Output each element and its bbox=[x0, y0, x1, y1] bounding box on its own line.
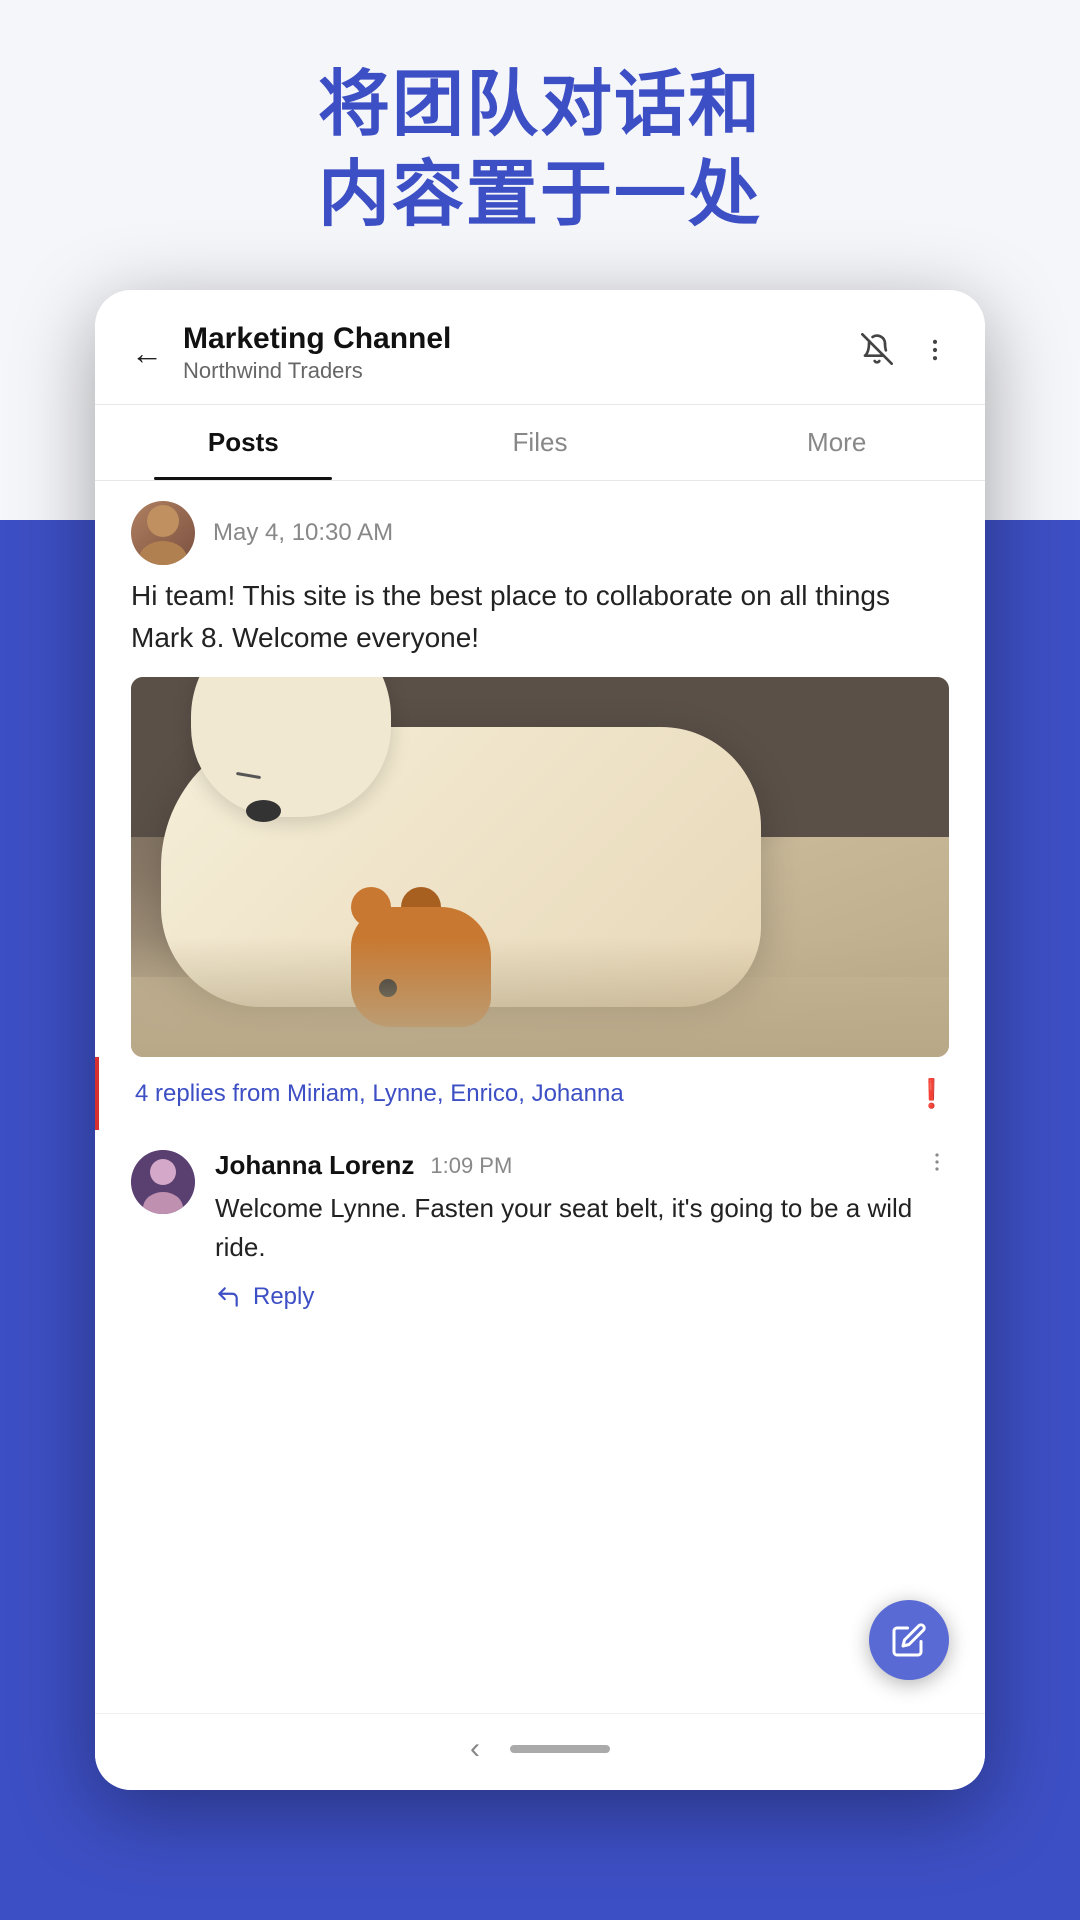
compose-fab[interactable] bbox=[869, 1600, 949, 1680]
channel-info: Marketing Channel Northwind Traders bbox=[183, 322, 861, 384]
channel-org: Northwind Traders bbox=[183, 358, 861, 384]
tabs-bar: Posts Files More bbox=[95, 405, 985, 481]
tab-files-label: Files bbox=[513, 427, 568, 457]
nav-home-indicator bbox=[510, 1745, 610, 1753]
post-text: Hi team! This site is the best place to … bbox=[131, 575, 949, 677]
reply-button[interactable]: Reply bbox=[215, 1267, 949, 1311]
post-timestamp: May 4, 10:30 AM bbox=[213, 519, 393, 547]
reply-header: Johanna Lorenz 1:09 PM bbox=[215, 1150, 949, 1181]
post-image bbox=[131, 677, 949, 1057]
reply-label: Reply bbox=[253, 1283, 314, 1311]
back-button[interactable]: ← bbox=[131, 335, 163, 372]
alert-icon: ❗ bbox=[914, 1077, 949, 1110]
post-area: May 4, 10:30 AM Hi team! This site is th… bbox=[95, 481, 985, 1057]
headline-line2: 内容置于一处 bbox=[0, 150, 1080, 240]
channel-name: Marketing Channel bbox=[183, 322, 861, 356]
phone-card: ← Marketing Channel Northwind Traders bbox=[95, 290, 985, 1790]
replies-summary: 4 replies from Miriam, Lynne, Enrico, Jo… bbox=[135, 1080, 914, 1108]
bell-slash-icon[interactable] bbox=[861, 333, 893, 373]
tab-more-label: More bbox=[807, 427, 866, 457]
reply-message: Johanna Lorenz 1:09 PM Welcome Lynne. Fa… bbox=[95, 1130, 985, 1331]
reply-author-avatar bbox=[131, 1150, 195, 1214]
reply-more-button[interactable] bbox=[925, 1150, 949, 1181]
reply-content: Johanna Lorenz 1:09 PM Welcome Lynne. Fa… bbox=[215, 1150, 949, 1311]
tab-posts[interactable]: Posts bbox=[95, 405, 392, 480]
header-icons bbox=[861, 333, 949, 373]
reply-text: Welcome Lynne. Fasten your seat belt, it… bbox=[215, 1189, 949, 1267]
post-meta: May 4, 10:30 AM bbox=[131, 481, 949, 575]
more-vertical-icon[interactable] bbox=[921, 335, 949, 372]
headline-line1: 将团队对话和 bbox=[0, 60, 1080, 150]
nav-back-button[interactable]: ‹ bbox=[470, 1732, 480, 1766]
tab-posts-label: Posts bbox=[208, 427, 279, 457]
content-area: May 4, 10:30 AM Hi team! This site is th… bbox=[95, 481, 985, 1713]
tab-more[interactable]: More bbox=[688, 405, 985, 480]
channel-header: ← Marketing Channel Northwind Traders bbox=[95, 290, 985, 405]
reply-timestamp: 1:09 PM bbox=[430, 1153, 512, 1179]
post-author-avatar bbox=[131, 501, 195, 565]
page-headline: 将团队对话和 内容置于一处 bbox=[0, 60, 1080, 240]
bottom-navigation: ‹ bbox=[95, 1713, 985, 1790]
reply-author-name: Johanna Lorenz bbox=[215, 1150, 414, 1181]
replies-bar[interactable]: 4 replies from Miriam, Lynne, Enrico, Jo… bbox=[95, 1057, 985, 1130]
tab-files[interactable]: Files bbox=[392, 405, 689, 480]
